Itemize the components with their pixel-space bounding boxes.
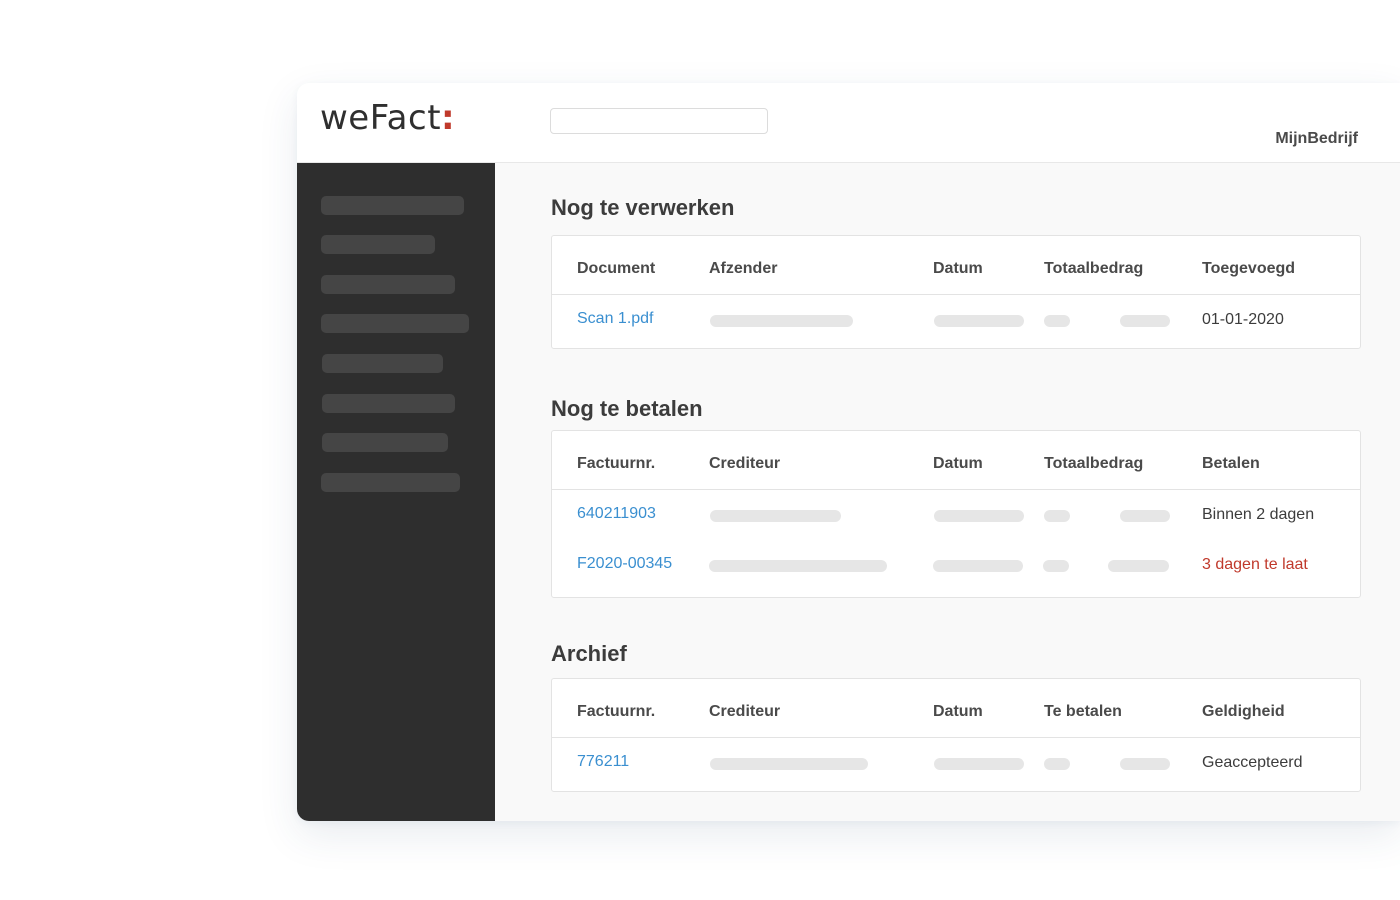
placeholder-bar	[1120, 758, 1170, 770]
invoice-link[interactable]: 776211	[577, 753, 629, 771]
sidebar	[297, 163, 495, 821]
wefact-logo[interactable]: weFact:	[320, 101, 455, 135]
sidebar-item-5[interactable]	[322, 354, 443, 373]
column-header-date: Datum	[933, 455, 983, 472]
section-title-pending: Nog te verwerken	[551, 195, 735, 220]
sidebar-item-7[interactable]	[322, 433, 448, 452]
top-bar: weFact: MijnBedrijf	[297, 83, 1400, 163]
table-row[interactable]: F2020-00345 3 dagen te laat	[552, 540, 1360, 590]
logo-text: weFact	[320, 98, 442, 138]
app-window: weFact: MijnBedrijf Nog te verwerken Doc…	[297, 83, 1400, 821]
column-header-validity: Geldigheid	[1202, 703, 1285, 720]
placeholder-bar	[1108, 560, 1169, 572]
placeholder-bar	[709, 560, 887, 572]
to-pay-table: Factuurnr. Crediteur Datum Totaalbedrag …	[551, 430, 1361, 598]
table-header: Factuurnr. Crediteur Datum Te betalen Ge…	[552, 679, 1360, 738]
column-header-creditor: Crediteur	[709, 703, 781, 720]
invoice-link[interactable]: 640211903	[577, 505, 656, 523]
archive-table: Factuurnr. Crediteur Datum Te betalen Ge…	[551, 678, 1361, 792]
logo-colon: :	[441, 98, 456, 138]
sidebar-item-2[interactable]	[321, 235, 435, 254]
placeholder-bar	[710, 758, 868, 770]
pay-status: Binnen 2 dagen	[1202, 506, 1315, 523]
placeholder-bar	[1044, 510, 1070, 522]
column-header-creditor: Crediteur	[709, 455, 781, 472]
column-header-date: Datum	[933, 260, 983, 277]
placeholder-bar	[1044, 758, 1070, 770]
sidebar-item-8[interactable]	[321, 473, 460, 492]
placeholder-bar	[1120, 315, 1170, 327]
invoice-link[interactable]: F2020-00345	[577, 555, 672, 573]
pending-table: Document Afzender Datum Totaalbedrag Toe…	[551, 235, 1361, 349]
pay-status-late: 3 dagen te laat	[1202, 556, 1308, 573]
search-input[interactable]	[550, 108, 768, 134]
column-header-pay: Betalen	[1202, 455, 1260, 472]
placeholder-bar	[710, 510, 841, 522]
validity-status: Geaccepteerd	[1202, 754, 1303, 771]
column-header-invoice: Factuurnr.	[577, 455, 656, 472]
table-row[interactable]: 640211903 Binnen 2 dagen	[552, 490, 1360, 540]
placeholder-bar	[1043, 560, 1069, 572]
placeholder-bar	[710, 315, 853, 327]
table-header: Factuurnr. Crediteur Datum Totaalbedrag …	[552, 431, 1360, 490]
column-header-total: Totaalbedrag	[1044, 260, 1144, 277]
placeholder-bar	[934, 315, 1024, 327]
placeholder-bar	[934, 510, 1024, 522]
column-header-date: Datum	[933, 703, 983, 720]
table-row[interactable]: Scan 1.pdf 01-01-2020	[552, 295, 1360, 345]
column-header-total: Totaalbedrag	[1044, 455, 1144, 472]
column-header-added: Toegevoegd	[1202, 260, 1296, 277]
placeholder-bar	[933, 560, 1023, 572]
document-link[interactable]: Scan 1.pdf	[577, 310, 654, 328]
main-content: Nog te verwerken Document Afzender Datum…	[495, 163, 1400, 821]
table-row[interactable]: 776211 Geaccepteerd	[552, 738, 1360, 788]
section-title-to-pay: Nog te betalen	[551, 396, 703, 421]
table-header: Document Afzender Datum Totaalbedrag Toe…	[552, 236, 1360, 295]
column-header-sender: Afzender	[709, 260, 778, 277]
sidebar-item-6[interactable]	[322, 394, 455, 413]
column-header-document: Document	[577, 260, 656, 277]
company-name[interactable]: MijnBedrijf	[1275, 130, 1358, 148]
placeholder-bar	[1044, 315, 1070, 327]
placeholder-bar	[1120, 510, 1170, 522]
sidebar-item-1[interactable]	[321, 196, 464, 215]
column-header-amount-due: Te betalen	[1044, 703, 1122, 720]
added-date: 01-01-2020	[1202, 311, 1284, 328]
sidebar-item-3[interactable]	[321, 275, 455, 294]
section-title-archive: Archief	[551, 641, 627, 666]
sidebar-item-4[interactable]	[321, 314, 469, 333]
column-header-invoice: Factuurnr.	[577, 703, 656, 720]
placeholder-bar	[934, 758, 1024, 770]
